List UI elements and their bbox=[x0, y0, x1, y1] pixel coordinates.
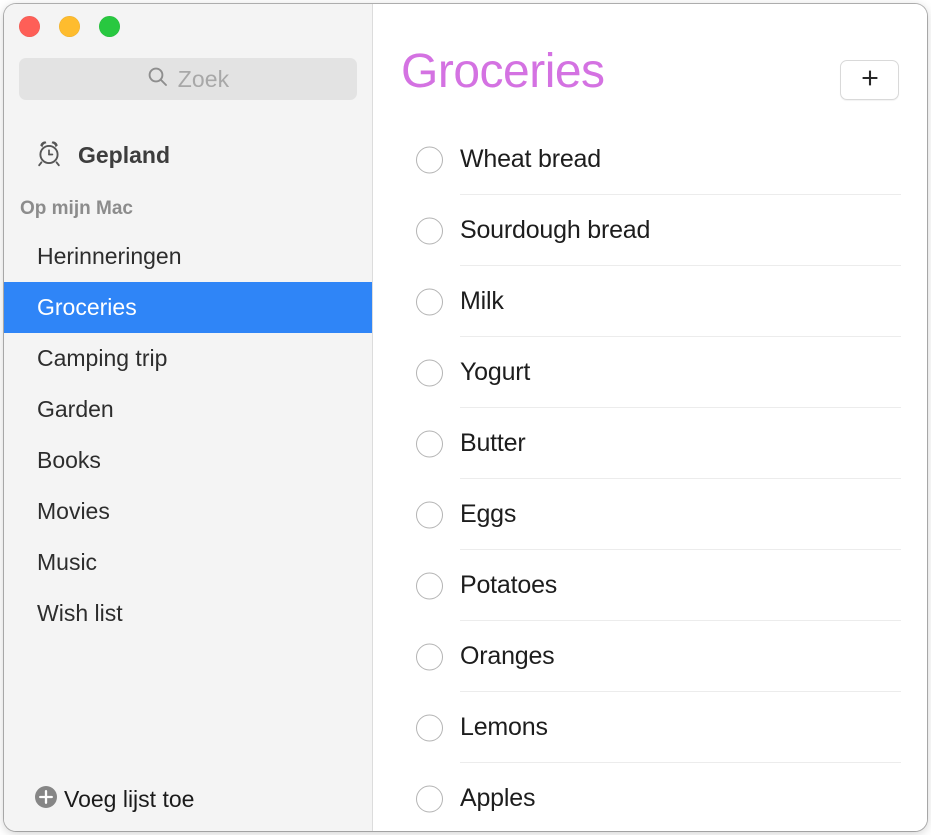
search-placeholder: Zoek bbox=[177, 65, 230, 92]
alarm-clock-icon bbox=[34, 138, 64, 173]
sidebar-item-music[interactable]: Music bbox=[4, 537, 372, 588]
reminder-checkbox[interactable] bbox=[416, 359, 443, 386]
reminder-row[interactable]: Yogurt bbox=[373, 337, 927, 408]
reminder-row[interactable]: Potatoes bbox=[373, 550, 927, 621]
sidebar-item-label: Groceries bbox=[37, 294, 137, 320]
close-window-button[interactable] bbox=[19, 16, 40, 37]
reminder-checkbox[interactable] bbox=[416, 714, 443, 741]
reminder-checkbox[interactable] bbox=[416, 501, 443, 528]
reminder-label: Apples bbox=[460, 784, 536, 812]
sidebar-item-label: Camping trip bbox=[37, 345, 168, 371]
traffic-light-group bbox=[19, 16, 120, 37]
reminder-list: Wheat bread Sourdough bread Milk Yogurt … bbox=[373, 124, 927, 831]
reminder-row[interactable]: Milk bbox=[373, 266, 927, 337]
reminder-row[interactable]: Lemons bbox=[373, 692, 927, 763]
reminder-checkbox[interactable] bbox=[416, 288, 443, 315]
reminder-checkbox[interactable] bbox=[416, 430, 443, 457]
reminder-label: Eggs bbox=[460, 500, 517, 528]
zoom-window-button[interactable] bbox=[99, 16, 120, 37]
reminder-checkbox[interactable] bbox=[416, 572, 443, 599]
sidebar-item-scheduled[interactable]: Gepland bbox=[34, 138, 170, 173]
reminder-row[interactable]: Butter bbox=[373, 408, 927, 479]
sidebar-item-groceries[interactable]: Groceries bbox=[4, 282, 372, 333]
reminder-label: Butter bbox=[460, 429, 526, 457]
minimize-window-button[interactable] bbox=[59, 16, 80, 37]
reminder-label: Wheat bread bbox=[460, 145, 601, 173]
sidebar-item-label: Herinneringen bbox=[37, 243, 182, 269]
search-field[interactable]: Zoek bbox=[19, 58, 357, 100]
reminder-label: Oranges bbox=[460, 642, 555, 670]
reminder-row[interactable]: Oranges bbox=[373, 621, 927, 692]
app-window: Zoek Gepland Op mijn Mac Herinneringen G… bbox=[4, 4, 927, 831]
sidebar-item-movies[interactable]: Movies bbox=[4, 486, 372, 537]
add-list-label: Voeg lijst toe bbox=[64, 786, 195, 812]
reminder-checkbox[interactable] bbox=[416, 785, 443, 812]
reminder-row[interactable]: Eggs bbox=[373, 479, 927, 550]
sidebar-item-herinneringen[interactable]: Herinneringen bbox=[4, 231, 372, 282]
sidebar: Zoek Gepland Op mijn Mac Herinneringen G… bbox=[4, 4, 373, 831]
main-header: Groceries bbox=[373, 4, 927, 124]
reminder-label: Milk bbox=[460, 287, 504, 315]
sidebar-item-label: Wish list bbox=[37, 600, 123, 626]
add-reminder-button[interactable] bbox=[840, 60, 899, 100]
reminder-checkbox[interactable] bbox=[416, 146, 443, 173]
reminder-label: Sourdough bread bbox=[460, 216, 651, 244]
add-list-button[interactable]: Voeg lijst toe bbox=[32, 783, 194, 816]
sidebar-item-camping-trip[interactable]: Camping trip bbox=[4, 333, 372, 384]
reminder-row[interactable]: Sourdough bread bbox=[373, 195, 927, 266]
plus-circle-icon bbox=[32, 783, 60, 816]
sidebar-list-group: Herinneringen Groceries Camping trip Gar… bbox=[4, 231, 372, 639]
sidebar-item-books[interactable]: Books bbox=[4, 435, 372, 486]
sidebar-item-wish-list[interactable]: Wish list bbox=[4, 588, 372, 639]
search-icon bbox=[147, 66, 169, 93]
page-title: Groceries bbox=[401, 45, 605, 98]
sidebar-item-label: Movies bbox=[37, 498, 110, 524]
reminder-label: Yogurt bbox=[460, 358, 531, 386]
reminder-label: Potatoes bbox=[460, 571, 558, 599]
reminder-row[interactable]: Apples bbox=[373, 763, 927, 831]
reminder-checkbox[interactable] bbox=[416, 643, 443, 670]
sidebar-item-label: Music bbox=[37, 549, 98, 575]
plus-icon bbox=[858, 66, 882, 95]
reminder-row[interactable]: Wheat bread bbox=[373, 124, 927, 195]
sidebar-item-label: Books bbox=[37, 447, 101, 473]
sidebar-item-garden[interactable]: Garden bbox=[4, 384, 372, 435]
sidebar-item-label: Garden bbox=[37, 396, 114, 422]
sidebar-item-scheduled-label: Gepland bbox=[78, 142, 171, 168]
reminder-label: Lemons bbox=[460, 713, 548, 741]
main-panel: Groceries Wheat bread Sourdough bread Mi… bbox=[373, 4, 927, 831]
sidebar-section-header: Op mijn Mac bbox=[20, 198, 133, 219]
reminder-checkbox[interactable] bbox=[416, 217, 443, 244]
